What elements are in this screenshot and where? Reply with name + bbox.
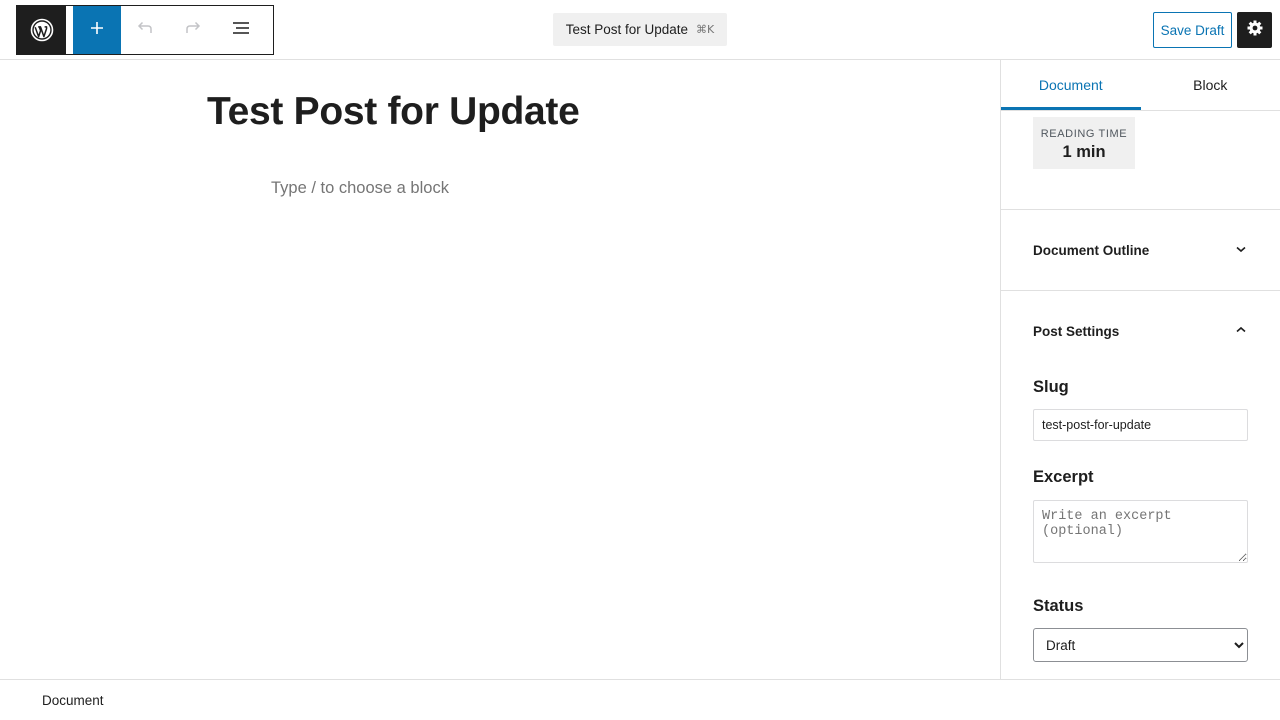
status-select[interactable]: Draft: [1033, 628, 1248, 662]
list-view-button[interactable]: [217, 6, 265, 54]
post-settings-toggle[interactable]: Post Settings: [1001, 291, 1280, 372]
excerpt-textarea[interactable]: [1033, 500, 1248, 563]
save-draft-button[interactable]: Save Draft: [1153, 12, 1232, 48]
gear-icon: [1245, 18, 1265, 43]
chevron-down-icon: [1234, 242, 1248, 259]
redo-button[interactable]: [169, 6, 217, 54]
slug-input[interactable]: [1033, 409, 1248, 441]
undo-button[interactable]: [121, 6, 169, 54]
reading-time-label: Reading time: [1040, 128, 1128, 140]
block-inserter-button[interactable]: [73, 6, 121, 54]
undo-icon: [135, 18, 155, 43]
slug-label: Slug: [1033, 378, 1069, 396]
post-title[interactable]: Test Post for Update: [207, 90, 580, 134]
tab-document[interactable]: Document: [1001, 60, 1141, 110]
settings-sidebar: Document Block Reading time 1 min Docume…: [1000, 60, 1280, 679]
document-title: Test Post for Update: [565, 22, 689, 37]
sidebar-tabs: Document Block: [1001, 60, 1280, 111]
reading-time-value: 1 min: [1062, 143, 1106, 161]
post-settings-title: Post Settings: [1033, 324, 1120, 339]
editor-canvas: Test Post for Update Type / to choose a …: [0, 60, 1000, 679]
excerpt-label: Excerpt: [1033, 468, 1094, 486]
list-view-icon: [230, 18, 252, 43]
post-settings-panel: Post Settings Slug Excerpt Status Draft: [1001, 291, 1280, 662]
chevron-up-icon: [1234, 323, 1248, 340]
tab-block[interactable]: Block: [1141, 60, 1280, 110]
document-outline-title: Document Outline: [1033, 242, 1150, 258]
redo-icon: [183, 18, 203, 43]
reading-time-box: Reading time 1 min: [1033, 117, 1135, 169]
document-outline-toggle[interactable]: Document Outline: [1001, 210, 1280, 291]
breadcrumb[interactable]: Document: [42, 693, 104, 708]
wordpress-logo-icon[interactable]: [17, 6, 66, 54]
status-label: Status: [1033, 597, 1084, 615]
editor-footer: Document: [0, 679, 1280, 720]
command-shortcut: ⌘K: [696, 23, 715, 36]
editor-header: Test Post for Update ⌘K Save Draft: [0, 0, 1280, 60]
reading-time-panel: Reading time 1 min: [1001, 111, 1280, 210]
document-title-button[interactable]: Test Post for Update ⌘K: [553, 13, 727, 46]
settings-button[interactable]: [1237, 12, 1272, 48]
plus-icon: [89, 20, 105, 41]
block-placeholder[interactable]: Type / to choose a block: [271, 179, 449, 198]
header-toolbar: [16, 5, 274, 55]
